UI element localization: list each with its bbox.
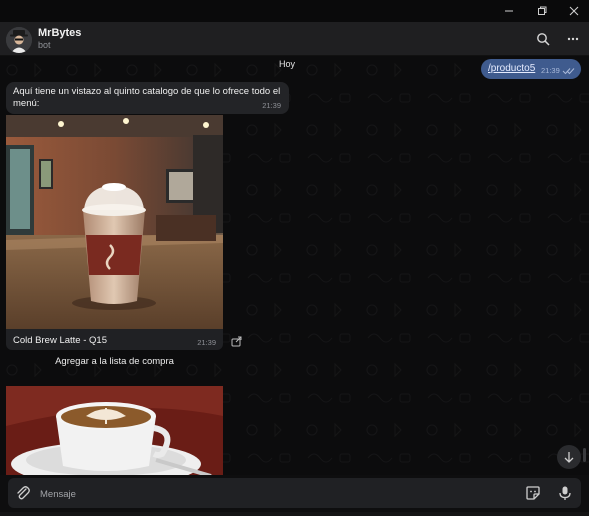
message-composer: [8, 478, 581, 508]
message-text: Aquí tiene un vistazo al quinto catalogo…: [13, 86, 281, 109]
attach-icon[interactable]: [14, 484, 32, 502]
product-photo[interactable]: [6, 386, 223, 475]
sticker-icon[interactable]: [524, 484, 542, 502]
chat-area[interactable]: Hoy /producto5 21:39 Aquí tiene un vista…: [0, 56, 589, 475]
close-icon[interactable]: [559, 0, 589, 22]
cold-brew-latte-image: [6, 115, 223, 329]
incoming-message[interactable]: Aquí tiene un vistazo al quinto catalogo…: [6, 82, 289, 114]
chat-header[interactable]: MrBytes bot: [0, 22, 589, 56]
command-link[interactable]: /producto5: [488, 63, 535, 74]
scroll-to-bottom-button[interactable]: [557, 445, 581, 469]
more-icon[interactable]: [564, 30, 582, 48]
double-check-icon: [562, 68, 575, 75]
avatar[interactable]: [6, 27, 32, 53]
cappuccino-image: [6, 386, 223, 475]
add-to-shopping-list-button[interactable]: Agregar a la lista de compra: [6, 354, 223, 370]
product-title: Cold Brew Latte - Q15: [13, 335, 107, 346]
search-icon[interactable]: [534, 30, 552, 48]
outgoing-message[interactable]: /producto5 21:39: [481, 59, 581, 79]
restore-icon[interactable]: [527, 0, 557, 22]
message-input[interactable]: [38, 485, 502, 503]
scrollbar[interactable]: [583, 448, 586, 462]
date-separator: Hoy: [279, 59, 296, 69]
window-title-bar: [0, 0, 589, 22]
photo-caption: Cold Brew Latte - Q15 21:39: [6, 329, 223, 350]
share-icon[interactable]: [230, 334, 244, 348]
chat-subtitle: bot: [38, 40, 51, 50]
minimize-icon[interactable]: [494, 0, 524, 22]
product-photo[interactable]: [6, 115, 223, 329]
microphone-icon[interactable]: [556, 484, 574, 502]
chat-title: MrBytes: [38, 27, 82, 39]
message-time: 21:39: [197, 338, 216, 347]
message-time: 21:39: [541, 66, 560, 75]
window-bottom-edge: [0, 512, 589, 516]
message-time: 21:39: [262, 101, 281, 110]
arrow-down-icon: [564, 452, 574, 463]
